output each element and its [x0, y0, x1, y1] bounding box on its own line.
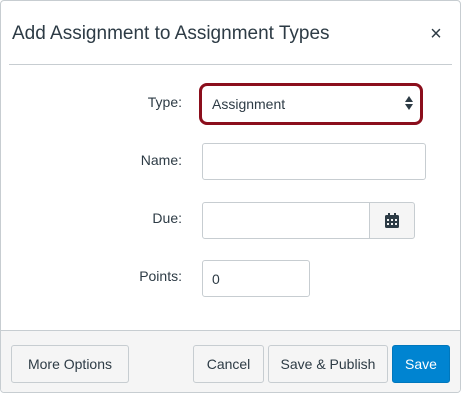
dialog-title: Add Assignment to Assignment Types [12, 23, 330, 44]
save-button[interactable]: Save [392, 345, 450, 383]
close-button[interactable]: × [425, 23, 447, 45]
calendar-icon [385, 213, 399, 228]
points-label: Points: [139, 268, 182, 284]
name-input[interactable] [202, 143, 426, 180]
sort-arrows-icon [405, 96, 413, 110]
points-input-value: 0 [212, 271, 220, 287]
due-label: Due: [152, 210, 182, 226]
due-date-input[interactable] [202, 202, 370, 239]
more-options-button[interactable]: More Options [11, 345, 129, 383]
calendar-button[interactable] [369, 202, 415, 239]
type-label: Type: [147, 94, 182, 110]
points-input[interactable]: 0 [202, 260, 310, 297]
close-icon: × [430, 22, 442, 45]
cancel-button[interactable]: Cancel [193, 345, 264, 383]
name-label: Name: [140, 152, 182, 168]
dialog-footer: More Options Cancel Save & Publish Save [1, 330, 460, 392]
header-divider [9, 64, 452, 65]
save-publish-button[interactable]: Save & Publish [268, 345, 388, 383]
add-assignment-dialog: Add Assignment to Assignment Types × Typ… [0, 0, 461, 393]
type-select[interactable]: Assignment [199, 83, 423, 125]
type-select-value: Assignment [212, 96, 286, 112]
